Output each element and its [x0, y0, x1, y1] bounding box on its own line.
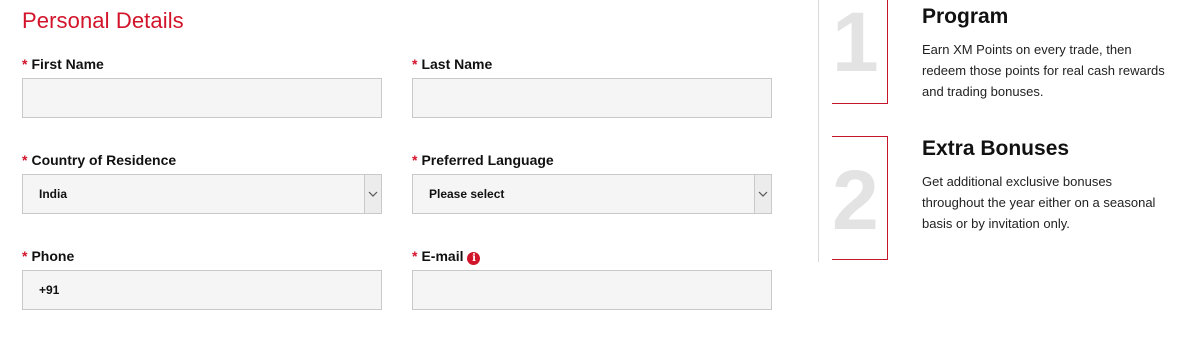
- language-label-text: Preferred Language: [421, 152, 554, 168]
- language-dropdown-button[interactable]: [754, 175, 771, 213]
- phone-label: * Phone: [22, 248, 74, 264]
- panel-divider: [818, 0, 819, 262]
- first-name-input[interactable]: [22, 78, 382, 118]
- phone-input[interactable]: +91: [22, 270, 382, 310]
- country-label: * Country of Residence: [22, 152, 176, 168]
- required-marker: *: [22, 248, 28, 264]
- info-icon[interactable]: i: [467, 252, 481, 265]
- step-marker-1: 1: [832, 0, 888, 104]
- benefit-title: Program: [922, 5, 1009, 28]
- country-select[interactable]: India: [22, 174, 382, 214]
- chevron-down-icon: [758, 191, 768, 197]
- email-label-text: E-mail: [421, 248, 464, 264]
- step-bracket: [832, 259, 888, 260]
- language-value: Please select: [429, 187, 505, 201]
- benefit-item-1: Program Earn XM Points on every trade, t…: [922, 5, 1172, 102]
- step-marker-2: 2: [832, 136, 888, 260]
- first-name-label-text: First Name: [31, 56, 104, 72]
- email-label: * E-mail i: [412, 248, 481, 265]
- email-input[interactable]: [412, 270, 772, 310]
- step-bracket: [832, 136, 888, 137]
- required-marker: *: [412, 152, 418, 168]
- chevron-down-icon: [368, 191, 378, 197]
- required-marker: *: [22, 56, 28, 72]
- language-label: * Preferred Language: [412, 152, 554, 168]
- step-bracket: [887, 136, 888, 260]
- section-title: Personal Details: [22, 8, 184, 33]
- benefit-item-2: Extra Bonuses Get additional exclusive b…: [922, 137, 1172, 234]
- country-label-text: Country of Residence: [31, 152, 177, 168]
- registration-page: Personal Details * First Name * Last Name …: [0, 0, 1200, 351]
- last-name-label: * Last Name: [412, 56, 492, 72]
- last-name-input[interactable]: [412, 78, 772, 118]
- phone-label-text: Phone: [31, 248, 75, 264]
- benefit-description: Earn XM Points on every trade, then rede…: [922, 42, 1165, 99]
- phone-value: +91: [39, 283, 60, 297]
- language-select[interactable]: Please select: [412, 174, 772, 214]
- step-bracket: [887, 0, 888, 104]
- required-marker: *: [22, 152, 28, 168]
- first-name-label: * First Name: [22, 56, 104, 72]
- country-value: India: [39, 187, 68, 201]
- benefit-title: Extra Bonuses: [922, 137, 1070, 160]
- step-number: 1: [832, 0, 879, 89]
- last-name-label-text: Last Name: [421, 56, 493, 72]
- country-dropdown-button[interactable]: [364, 175, 381, 213]
- step-number: 2: [832, 153, 879, 247]
- required-marker: *: [412, 248, 418, 264]
- step-bracket: [832, 103, 888, 104]
- benefit-description: Get additional exclusive bonuses through…: [922, 174, 1156, 231]
- required-marker: *: [412, 56, 418, 72]
